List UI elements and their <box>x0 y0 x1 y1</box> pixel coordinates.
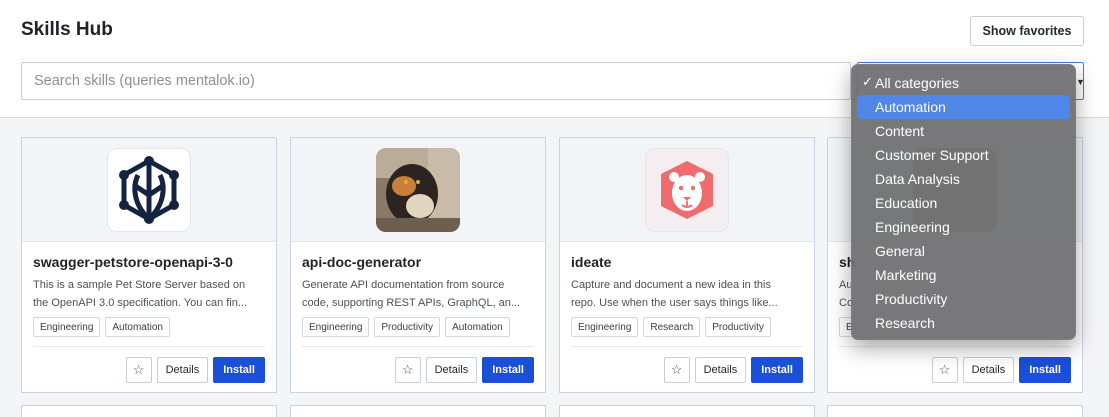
tag[interactable]: Engineering <box>302 317 370 337</box>
tag-list: Engineering Automation <box>33 317 170 337</box>
card-description: Generate API documentation from source c… <box>302 276 534 312</box>
dropdown-option-engineering[interactable]: Engineering <box>857 215 1070 239</box>
dropdown-option-education[interactable]: Education <box>857 191 1070 215</box>
dropdown-option-data-analysis[interactable]: Data Analysis <box>857 167 1070 191</box>
favorite-star-button[interactable]: ☆ <box>931 357 958 383</box>
category-dropdown-menu: ✓ All categories Automation Content Cust… <box>851 64 1076 340</box>
install-button[interactable]: Install <box>482 357 534 383</box>
page-title: Skills Hub <box>21 19 113 40</box>
tag[interactable]: Engineering <box>33 317 101 337</box>
tag[interactable]: Research <box>643 317 701 337</box>
show-favorites-button[interactable]: Show favorites <box>970 16 1084 46</box>
divider <box>302 346 534 347</box>
card-title: swagger-petstore-openapi-3-0 <box>33 254 233 270</box>
description-line: Generate API documentation from source <box>302 279 505 291</box>
install-button[interactable]: Install <box>1019 357 1071 383</box>
card-actions: ☆ Details Install <box>663 357 803 383</box>
card-title: api-doc-generator <box>302 254 422 270</box>
dropdown-option-research[interactable]: Research <box>857 311 1070 335</box>
description-line: the OpenAPI 3.0 specification. You can f… <box>33 297 248 309</box>
skill-card-stub <box>290 405 546 417</box>
skill-card-stub <box>21 405 277 417</box>
description-line: Capture and document a new idea in this <box>571 279 771 291</box>
card-title: ideate <box>571 254 612 270</box>
skill-card-stub <box>559 405 815 417</box>
card-actions: ☆ Details Install <box>394 357 534 383</box>
card-thumbnail <box>22 138 276 242</box>
card-description: Capture and document a new idea in this … <box>571 276 803 312</box>
cat-photo-image <box>376 147 460 232</box>
network-leaf-icon <box>107 147 191 232</box>
favorite-star-button[interactable]: ☆ <box>663 357 690 383</box>
dropdown-option-automation[interactable]: Automation <box>857 95 1070 119</box>
card-thumbnail <box>291 138 545 242</box>
description-line: code, supporting REST APIs, GraphQL, an.… <box>302 297 521 309</box>
skill-card: ideate Capture and document a new idea i… <box>559 137 815 393</box>
tag-list: Engineering Research Productivity <box>571 317 771 337</box>
skill-card-stub <box>827 405 1083 417</box>
search-input[interactable] <box>21 62 851 100</box>
lion-icon <box>645 147 729 232</box>
checkmark-icon: ✓ <box>862 74 873 89</box>
favorite-star-button[interactable]: ☆ <box>394 357 421 383</box>
skill-card: api-doc-generator Generate API documenta… <box>290 137 546 393</box>
dropdown-option-content[interactable]: Content <box>857 119 1070 143</box>
dropdown-option-marketing[interactable]: Marketing <box>857 263 1070 287</box>
dropdown-option-all-categories[interactable]: ✓ All categories <box>857 71 1070 95</box>
tag[interactable]: Productivity <box>705 317 771 337</box>
tag-list: Engineering Productivity Automation <box>302 317 510 337</box>
tag[interactable]: Engineering <box>571 317 639 337</box>
card-actions: ☆ Details Install <box>931 357 1071 383</box>
description-line: This is a sample Pet Store Server based … <box>33 279 246 291</box>
divider <box>33 346 265 347</box>
details-button[interactable]: Details <box>962 357 1015 383</box>
divider <box>571 346 803 347</box>
tag[interactable]: Productivity <box>374 317 441 337</box>
favorite-star-button[interactable]: ☆ <box>125 357 152 383</box>
card-description: This is a sample Pet Store Server based … <box>33 276 265 312</box>
option-label: All categories <box>875 75 960 91</box>
dropdown-option-productivity[interactable]: Productivity <box>857 287 1070 311</box>
description-line: repo. Use when the user says things like… <box>571 297 778 309</box>
dropdown-option-general[interactable]: General <box>857 239 1070 263</box>
card-actions: ☆ Details Install <box>125 357 265 383</box>
tag[interactable]: Automation <box>445 317 510 337</box>
divider <box>839 346 1071 347</box>
tag[interactable]: Automation <box>105 317 170 337</box>
details-button[interactable]: Details <box>425 357 478 383</box>
details-button[interactable]: Details <box>694 357 747 383</box>
skill-card: swagger-petstore-openapi-3-0 This is a s… <box>21 137 277 393</box>
details-button[interactable]: Details <box>156 357 209 383</box>
install-button[interactable]: Install <box>751 357 803 383</box>
card-thumbnail <box>560 138 814 242</box>
chevron-down-icon[interactable]: ▼ <box>1076 77 1085 87</box>
dropdown-option-customer-support[interactable]: Customer Support <box>857 143 1070 167</box>
install-button[interactable]: Install <box>213 357 265 383</box>
